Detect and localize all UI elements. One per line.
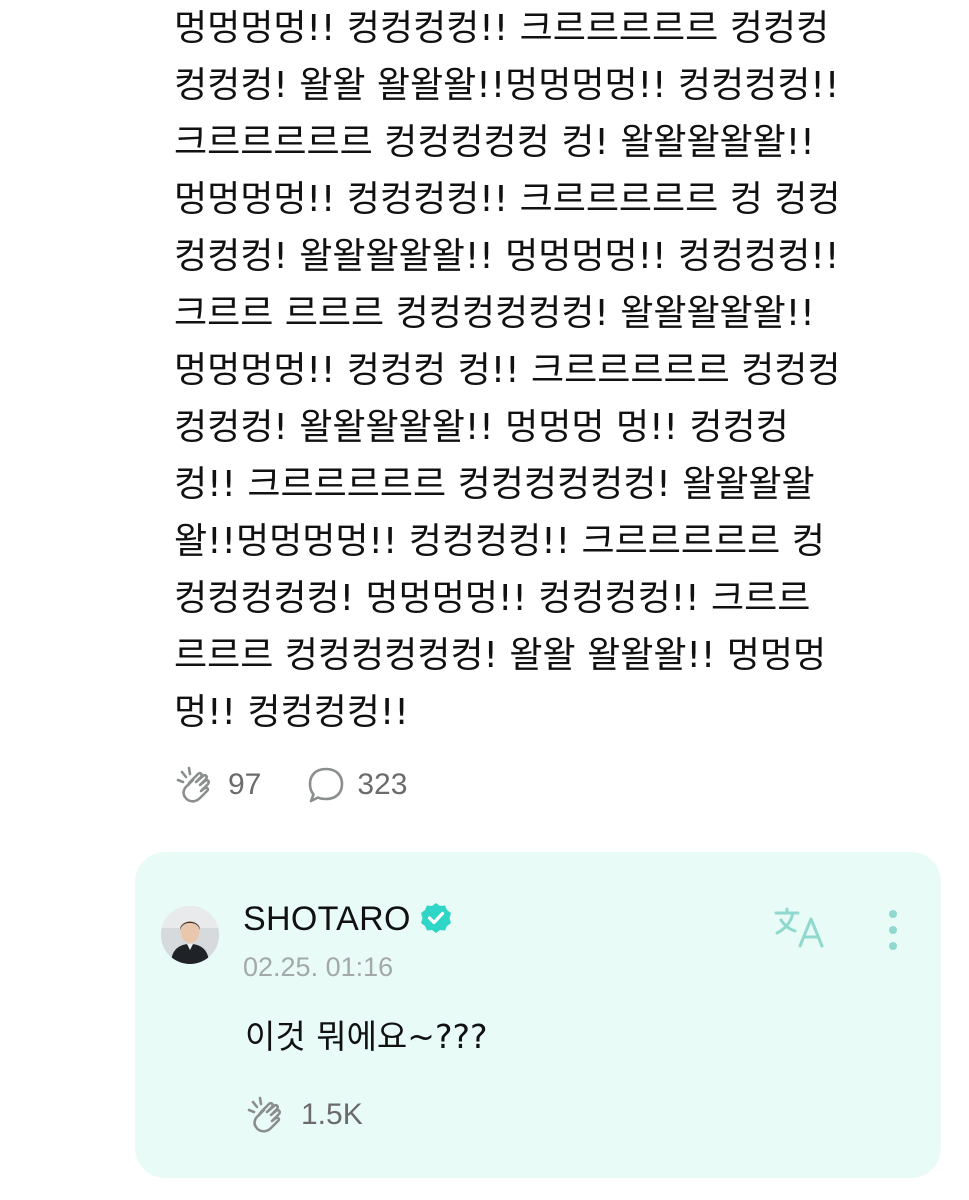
post-comment-count: 323 <box>357 768 408 801</box>
reply-like-count: 1.5K <box>301 1098 363 1131</box>
post-text-line: 멍!! 컹컹컹컹!! <box>174 692 409 733</box>
verified-badge-icon <box>419 901 453 939</box>
more-options-button[interactable] <box>883 908 903 958</box>
reply-timestamp: 02.25. 01:16 <box>243 952 394 982</box>
post-like-count: 97 <box>228 768 262 801</box>
author-name[interactable]: SHOTARO <box>243 900 411 939</box>
post-text-line: 크르르르르르 컹컹컹컹컹 컹! 왈왈왈왈왈!! <box>174 122 815 163</box>
post-text-line: 멍멍멍멍!! 컹컹컹컹!! 크르르르르르 컹 컹컹 <box>174 179 841 220</box>
post-actions: 97 323 <box>174 762 407 808</box>
post-text-line: 멍멍멍멍!! 컹컹컹컹!! 크르르르르르 컹컹컹 <box>174 8 830 49</box>
post-text-line: 왈!!멍멍멍멍!! 컹컹컹컹!! 크르르르르르 컹 <box>174 521 825 562</box>
post-text-line: 컹!! 크르르르르르 컹컹컹컹컹컹! 왈왈왈왈 <box>174 464 815 505</box>
speech-bubble-icon <box>305 764 347 806</box>
reply-text: 이것 뭐에요~??? <box>245 1017 488 1056</box>
translate-icon <box>773 907 829 954</box>
clap-hand-icon <box>245 1092 291 1138</box>
post-text-line: 컹컹컹! 왈왈왈왈왈!! 멍멍멍 멍!! 컹컹컹 <box>174 407 789 448</box>
post-text-line: 컹컹컹! 왈왈왈왈왈!! 멍멍멍멍!! 컹컹컹컹!! <box>174 236 840 277</box>
author-row: SHOTARO <box>243 900 453 939</box>
post-text-line: 르르르 컹컹컹컹컹컹! 왈왈 왈왈왈!! 멍멍멍 <box>174 635 827 676</box>
post-like-button[interactable]: 97 <box>174 762 261 808</box>
reply-card: SHOTARO 02.25. 01:16 이것 뭐에요~??? 1.5K <box>135 852 941 1178</box>
translate-button[interactable] <box>773 906 829 954</box>
avatar[interactable] <box>161 906 219 964</box>
reply-like-button[interactable]: 1.5K <box>245 1092 363 1138</box>
post-text-line: 멍멍멍멍!! 컹컹컹 컹!! 크르르르르르 컹컹컹 <box>174 350 841 391</box>
post-body: 멍멍멍멍!! 컹컹컹컹!! 크르르르르르 컹컹컹 컹컹컹! 왈왈 왈왈왈!!멍멍… <box>174 0 914 741</box>
post-text-line: 컹컹컹! 왈왈 왈왈왈!!멍멍멍멍!! 컹컹컹컹!! <box>174 65 840 106</box>
post-text-line: 컹컹컹컹컹! 멍멍멍멍!! 컹컹컹컹!! 크르르 <box>174 578 811 619</box>
clap-hand-icon <box>174 762 220 808</box>
more-vertical-icon <box>883 910 903 958</box>
post-text-line: 크르르 르르르 컹컹컹컹컹컹! 왈왈왈왈왈!! <box>174 293 815 334</box>
post-comment-button[interactable]: 323 <box>305 764 407 806</box>
